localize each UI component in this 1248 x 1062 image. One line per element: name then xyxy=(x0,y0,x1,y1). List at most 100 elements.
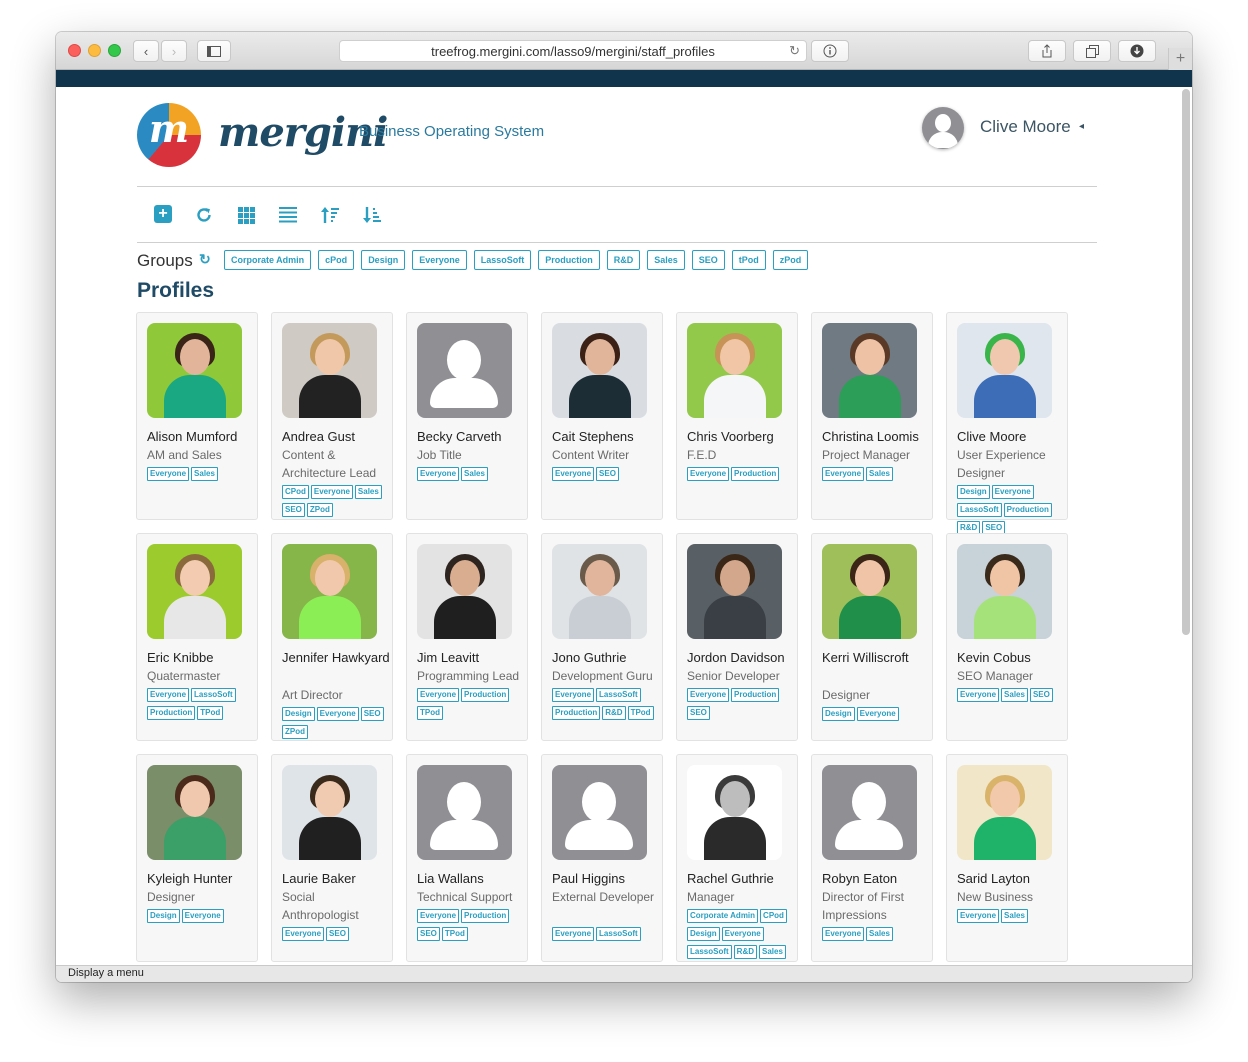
profile-photo[interactable] xyxy=(147,544,242,639)
profile-card[interactable]: Alison Mumford AM and Sales Everyone Sales xyxy=(136,312,258,520)
profile-name[interactable]: Kerri Williscroft xyxy=(822,648,930,667)
profile-card[interactable]: Jim Leavitt Programming Lead Everyone Produ… xyxy=(406,533,528,741)
profile-card[interactable]: Cait Stephens Content Writer Everyone SEO xyxy=(541,312,663,520)
profile-photo[interactable] xyxy=(282,544,377,639)
group-tag[interactable]: Everyone xyxy=(417,688,460,702)
group-tag[interactable]: R&D xyxy=(733,945,758,959)
group-tag[interactable]: LassoSoft xyxy=(596,688,641,702)
group-tag[interactable]: Sales xyxy=(866,467,893,481)
group-tag[interactable]: Everyone xyxy=(957,688,1000,702)
group-tag[interactable]: SEO xyxy=(1029,688,1053,702)
download-icon[interactable] xyxy=(1118,40,1156,62)
address-bar[interactable]: treefrog.mergini.com/lasso9/mergini/staf… xyxy=(339,40,807,62)
info-icon[interactable] xyxy=(811,40,849,62)
group-tag[interactable]: Production xyxy=(147,706,196,720)
group-filter-pill[interactable]: Production xyxy=(538,250,600,270)
tabs-icon[interactable] xyxy=(1073,40,1111,62)
profile-photo[interactable] xyxy=(957,544,1052,639)
group-tag[interactable]: ZPod xyxy=(306,503,333,517)
zoom-window-icon[interactable] xyxy=(108,44,121,57)
placeholder-avatar-icon[interactable] xyxy=(417,765,512,860)
group-tag[interactable]: Everyone xyxy=(721,927,764,941)
profile-name[interactable]: Chris Voorberg xyxy=(687,427,795,446)
profile-name[interactable]: Jordon Davidson xyxy=(687,648,795,667)
profile-card[interactable]: Rachel Guthrie Manager Corporate Admin CPod… xyxy=(676,754,798,962)
group-tag[interactable]: Sales xyxy=(866,927,893,941)
profile-photo[interactable] xyxy=(282,765,377,860)
profile-card[interactable]: Kevin Cobus SEO Manager Everyone Sales SEO xyxy=(946,533,1068,741)
sort-descending-icon[interactable] xyxy=(362,205,382,225)
group-filter-pill[interactable]: LassoSoft xyxy=(473,250,532,270)
profile-card[interactable]: Kerri Williscroft Designer Design Everyone xyxy=(811,533,933,741)
user-menu-name[interactable]: Clive Moore xyxy=(980,117,1071,137)
profile-name[interactable]: Christina Loomis xyxy=(822,427,930,446)
group-filter-pill[interactable]: cPod xyxy=(318,250,355,270)
scrollbar-thumb[interactable] xyxy=(1182,89,1190,635)
group-tag[interactable]: Sales xyxy=(1001,909,1028,923)
profile-card[interactable]: Christina Loomis Project Manager Everyone S… xyxy=(811,312,933,520)
forward-icon[interactable]: › xyxy=(161,40,187,62)
group-filter-pill[interactable]: Sales xyxy=(647,250,685,270)
group-tag[interactable]: CPod xyxy=(282,485,309,499)
profile-card[interactable]: Jennifer Hawkyard Art Director Design Every… xyxy=(271,533,393,741)
group-tag[interactable]: Everyone xyxy=(147,688,190,702)
profile-card[interactable]: Kyleigh Hunter Designer Design Everyone xyxy=(136,754,258,962)
group-tag[interactable]: Sales xyxy=(461,467,488,481)
reload-icon[interactable]: ↻ xyxy=(789,43,800,59)
group-tag[interactable]: LassoSoft xyxy=(957,503,1002,517)
profile-name[interactable]: Becky Carveth xyxy=(417,427,525,446)
profile-name[interactable]: Laurie Baker xyxy=(282,869,390,888)
group-tag[interactable]: Everyone xyxy=(552,927,595,941)
profile-name[interactable]: Alison Mumford xyxy=(147,427,255,446)
group-tag[interactable]: SEO xyxy=(596,467,619,481)
group-tag[interactable]: Everyone xyxy=(687,688,730,702)
placeholder-avatar-icon[interactable] xyxy=(822,765,917,860)
group-tag[interactable]: Production xyxy=(731,688,780,702)
profile-photo[interactable] xyxy=(687,544,782,639)
profile-name[interactable]: Sarid Layton xyxy=(957,869,1065,888)
profile-name[interactable]: Andrea Gust xyxy=(282,427,390,446)
group-tag[interactable]: Everyone xyxy=(957,909,1000,923)
group-tag[interactable]: Everyone xyxy=(417,467,460,481)
group-tag[interactable]: Production xyxy=(461,909,510,923)
group-filter-pill[interactable]: Everyone xyxy=(412,250,467,270)
group-tag[interactable]: Everyone xyxy=(822,467,865,481)
group-tag[interactable]: ZPod xyxy=(282,725,308,739)
profile-card[interactable]: Laurie Baker Social Anthropologist Everyon… xyxy=(271,754,393,962)
user-menu-caret-icon[interactable]: ◂ xyxy=(1079,121,1084,132)
group-tag[interactable]: R&D xyxy=(602,706,626,720)
user-avatar[interactable] xyxy=(922,107,964,149)
group-filter-pill[interactable]: R&D xyxy=(606,250,641,270)
share-icon[interactable] xyxy=(1028,40,1066,62)
profile-name[interactable]: Kevin Cobus xyxy=(957,648,1065,667)
profile-name[interactable]: Cait Stephens xyxy=(552,427,660,446)
groups-refresh-icon[interactable]: ↻ xyxy=(199,251,211,268)
profile-photo[interactable] xyxy=(552,323,647,418)
sort-ascending-icon[interactable] xyxy=(320,205,340,225)
group-tag[interactable]: Everyone xyxy=(181,909,224,923)
mergini-logo[interactable]: m xyxy=(137,103,201,167)
profile-card[interactable]: Paul Higgins External Developer Everyone La… xyxy=(541,754,663,962)
group-filter-pill[interactable]: zPod xyxy=(772,250,809,270)
group-tag[interactable]: LassoSoft xyxy=(191,688,236,702)
profile-card[interactable]: Lia Wallans Technical Support Everyone Prod… xyxy=(406,754,528,962)
group-tag[interactable]: LassoSoft xyxy=(687,945,732,959)
group-tag[interactable]: SEO xyxy=(687,706,710,720)
group-tag[interactable]: Everyone xyxy=(552,467,595,481)
group-tag[interactable]: Design xyxy=(147,909,180,923)
group-tag[interactable]: Production xyxy=(552,706,601,720)
profile-name[interactable]: Lia Wallans xyxy=(417,869,525,888)
profile-name[interactable]: Jono Guthrie xyxy=(552,648,660,667)
profile-name[interactable]: Robyn Eaton xyxy=(822,869,930,888)
group-tag[interactable]: Everyone xyxy=(991,485,1034,499)
group-tag[interactable]: TPod xyxy=(441,927,468,941)
profile-photo[interactable] xyxy=(687,765,782,860)
group-tag[interactable]: Design xyxy=(282,707,315,721)
group-tag[interactable]: Everyone xyxy=(310,485,353,499)
group-tag[interactable]: Production xyxy=(1003,503,1052,517)
profile-card[interactable]: Becky Carveth Job Title Everyone Sales xyxy=(406,312,528,520)
group-filter-pill[interactable]: SEO xyxy=(691,250,725,270)
group-tag[interactable]: SEO xyxy=(360,707,384,721)
profile-name[interactable]: Paul Higgins xyxy=(552,869,660,888)
group-tag[interactable]: Everyone xyxy=(856,707,899,721)
